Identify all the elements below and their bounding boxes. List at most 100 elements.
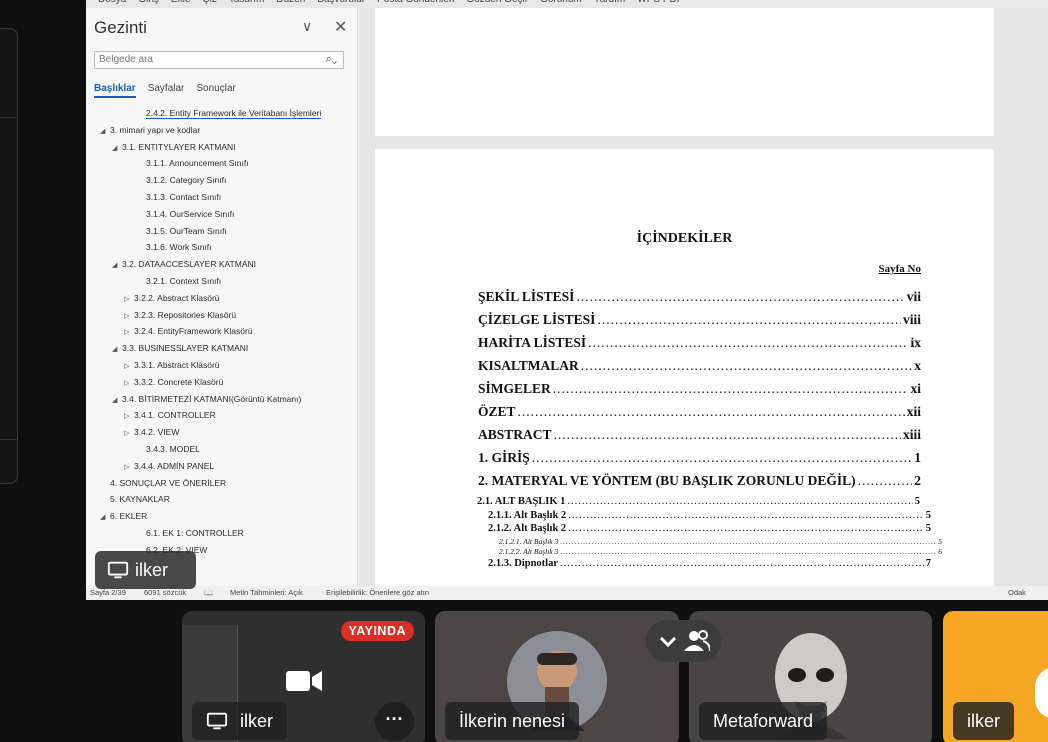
expand-arrow-icon[interactable]: ◢ <box>100 124 110 139</box>
nav-heading-label: 2.4.2. Entity Framework ile Veritabanı İ… <box>146 108 322 119</box>
toc-entry[interactable]: 2. MATERYAL VE YÖNTEM (BU BAŞLIK ZORUNLU… <box>478 473 921 489</box>
nav-heading-label: 3.4.3. MODEL <box>146 443 200 454</box>
menu-item[interactable]: Ekle <box>171 0 190 5</box>
search-input[interactable]: Belgede ara ⌕⌄ <box>94 51 344 69</box>
menu-item[interactable]: Giriş <box>138 0 159 5</box>
tile-name: İlkerin nenesi <box>445 702 580 740</box>
nav-heading-item[interactable]: 3.1.4. OurService Sınıfı <box>86 206 358 223</box>
nav-heading-item[interactable]: ▷ 3.4.1. CONTROLLER <box>86 407 358 424</box>
nav-heading-item[interactable]: ◢ 6. EKLER <box>86 508 358 525</box>
text-predictions[interactable]: Metin Tahminleri: Açık <box>230 588 303 597</box>
nav-heading-item[interactable]: ▷ 3.2.4. EntityFramework Klasörü <box>86 323 358 340</box>
participant-tile[interactable]: YAYINDA ilker ··· <box>182 611 425 742</box>
toc-entry[interactable]: 2.1.1. Alt Başlık 2 5 <box>488 510 931 521</box>
search-icon[interactable]: ⌕⌄ <box>326 53 337 66</box>
expand-arrow-icon[interactable]: ◢ <box>112 258 122 273</box>
nav-heading-item[interactable]: ◢ 3.2. DATAACCESLAYER KATMANI <box>86 256 358 273</box>
menu-item[interactable]: Düzen <box>276 0 305 5</box>
collapse-arrow-icon[interactable]: ▷ <box>124 460 134 475</box>
nav-heading-item[interactable]: 4. SONUÇLAR VE ÖNERİLER <box>86 475 358 492</box>
participant-tile[interactable]: İlkerin nenesi <box>435 611 679 742</box>
toc-entry-title: 2.1. ALT BAŞLIK 1 <box>477 496 566 507</box>
toc-entry[interactable]: ÖZET xii <box>478 404 921 420</box>
menu-item[interactable]: Gözden Geçir <box>466 0 528 5</box>
nav-heading-item[interactable]: ▷ 3.3.2. Concrete Klasörü <box>86 374 358 391</box>
collapse-arrow-icon[interactable]: ▷ <box>124 292 134 307</box>
nav-heading-item[interactable]: ▷ 3.3.1. Abstract Klasörü <box>86 357 358 374</box>
expand-arrow-icon[interactable]: ◢ <box>112 393 122 408</box>
nav-heading-item[interactable]: 5. KAYNAKLAR <box>86 491 358 508</box>
screen-share-icon <box>107 561 129 579</box>
nav-heading-item[interactable]: ◢ 3. mimari yapı ve kodlar <box>86 122 358 139</box>
menu-item[interactable]: Tasarım <box>229 0 265 5</box>
menu-item[interactable]: Çiz <box>202 0 216 5</box>
toc-entry[interactable]: 2.1. ALT BAŞLIK 1 5 <box>477 496 920 507</box>
chevron-down-icon[interactable]: ∨ <box>302 18 312 35</box>
document-area[interactable]: İÇİNDEKİLER Sayfa No ŞEKİL LİSTESİ vii ÇİZ… <box>359 8 1048 586</box>
nav-heading-label: 6.1. EK 1: CONTROLLER <box>146 527 244 538</box>
collapse-arrow-icon[interactable]: ▷ <box>124 376 134 391</box>
nav-heading-item[interactable]: 3.2.1. Context Sınıfı <box>86 273 358 290</box>
collapse-arrow-icon[interactable]: ▷ <box>124 426 134 441</box>
shared-screen: Dosya Giriş Ekle Çiz Tasarım Düzen Başvurular P… <box>86 0 1048 600</box>
menu-item[interactable]: Yardım <box>594 0 626 5</box>
menu-item[interactable]: Başvurular <box>317 0 365 5</box>
nav-tab[interactable]: Sonuçlar <box>196 83 235 94</box>
focus-button[interactable]: Odak <box>1008 588 1026 597</box>
toc-entry-page: xii <box>906 404 921 419</box>
word-count[interactable]: 6091 sözcük <box>144 588 186 597</box>
nav-tab[interactable]: Sayfalar <box>148 83 185 94</box>
toc-entry[interactable]: HARİTA LİSTESİ ix <box>478 335 921 351</box>
nav-heading-item[interactable]: 3.1.1. Announcement Sınıfı <box>86 155 358 172</box>
nav-heading-item[interactable]: ◢ 3.4. BİTİRMETEZİ KATMANI(Görüntü Katman… <box>86 391 358 408</box>
nav-heading-item[interactable]: 3.1.5. OurTeam Sınıfı <box>86 223 358 240</box>
toc-entry-page: 5 <box>925 509 931 521</box>
menu-item[interactable]: WPS PDF <box>637 0 683 5</box>
nav-heading-item[interactable]: 3.1.3. Contact Sınıfı <box>86 189 358 206</box>
more-options-button[interactable]: ··· <box>375 702 414 741</box>
toc-entry[interactable]: SİMGELER xi <box>478 381 921 397</box>
toc-entry[interactable]: 1. GİRİŞ 1 <box>478 450 921 466</box>
nav-heading-item[interactable]: ◢ 3.3. BUSINESSLAYER KATMANI <box>86 340 358 357</box>
toc-entry[interactable]: 2.1.2. Alt Başlık 2 5 <box>488 523 931 534</box>
toc-entry[interactable]: 2.1.3. Dipnotlar 7 <box>488 558 931 569</box>
nav-heading-item[interactable]: 6.1. EK 1: CONTROLLER <box>86 525 358 542</box>
toc-entry[interactable]: KISALTMALAR x <box>478 358 921 374</box>
nav-heading-item[interactable]: ◢ 3.1. ENTITYLAYER KATMANI <box>86 139 358 156</box>
book-icon[interactable]: 📖 <box>204 588 213 597</box>
menu-item[interactable]: Görünüm <box>540 0 582 5</box>
menu-item[interactable]: Posta Gönderileri <box>377 0 454 5</box>
nav-heading-item[interactable]: ▷ 3.2.3. Repositories Klasörü <box>86 307 358 324</box>
participant-tile[interactable]: ilker <box>943 611 1048 742</box>
menu-item[interactable]: Dosya <box>98 0 126 5</box>
toc-entry[interactable]: ÇİZELGE LİSTESİ viii <box>478 312 921 328</box>
page-no-label: Sayfa No <box>878 263 921 275</box>
nav-heading-item[interactable]: ▷ 3.2.2. Abstract Klasörü <box>86 290 358 307</box>
collapse-tiles-button[interactable] <box>646 620 721 662</box>
nav-heading-item[interactable]: 2.4.2. Entity Framework ile Veritabanı İ… <box>86 105 358 122</box>
toc-entry[interactable]: ABSTRACT xiii <box>478 427 921 443</box>
nav-tab[interactable]: Başlıklar <box>94 83 136 98</box>
nav-heading-item[interactable]: 3.1.6. Work Sınıfı <box>86 239 358 256</box>
toc-entry[interactable]: 2.1.2.1. Alt Başlık 3 5 <box>499 537 942 546</box>
expand-arrow-icon[interactable]: ◢ <box>100 510 110 525</box>
nav-heading-item[interactable]: 3.4.3. MODEL <box>86 441 358 458</box>
collapse-arrow-icon[interactable]: ▷ <box>124 325 134 340</box>
collapse-arrow-icon[interactable]: ▷ <box>124 409 134 424</box>
nav-heading-label: 3.2.4. EntityFramework Klasörü <box>134 326 253 337</box>
close-icon[interactable]: ✕ <box>334 17 347 37</box>
expand-arrow-icon[interactable]: ◢ <box>112 342 122 357</box>
tile-name: Metaforward <box>699 702 828 740</box>
previous-page <box>375 8 994 136</box>
collapse-arrow-icon[interactable]: ▷ <box>124 309 134 324</box>
expand-arrow-icon[interactable]: ◢ <box>112 141 122 156</box>
nav-heading-item[interactable]: ▷ 3.4.4. ADMİN PANEL <box>86 458 358 475</box>
page-count[interactable]: Sayfa 2/39 <box>90 588 126 597</box>
nav-heading-item[interactable]: 3.1.2. Category Sınıfı <box>86 172 358 189</box>
participant-tile[interactable]: Metaforward <box>689 611 932 742</box>
nav-heading-item[interactable]: ▷ 3.4.2. VIEW <box>86 424 358 441</box>
collapse-arrow-icon[interactable]: ▷ <box>124 359 134 374</box>
toc-entry[interactable]: 2.1.2.2. Alt Başlık 3 6 <box>499 547 942 556</box>
accessibility-status[interactable]: Erişilebilirlik: Önerilere göz atın <box>326 588 429 597</box>
toc-entry[interactable]: ŞEKİL LİSTESİ vii <box>478 289 921 305</box>
